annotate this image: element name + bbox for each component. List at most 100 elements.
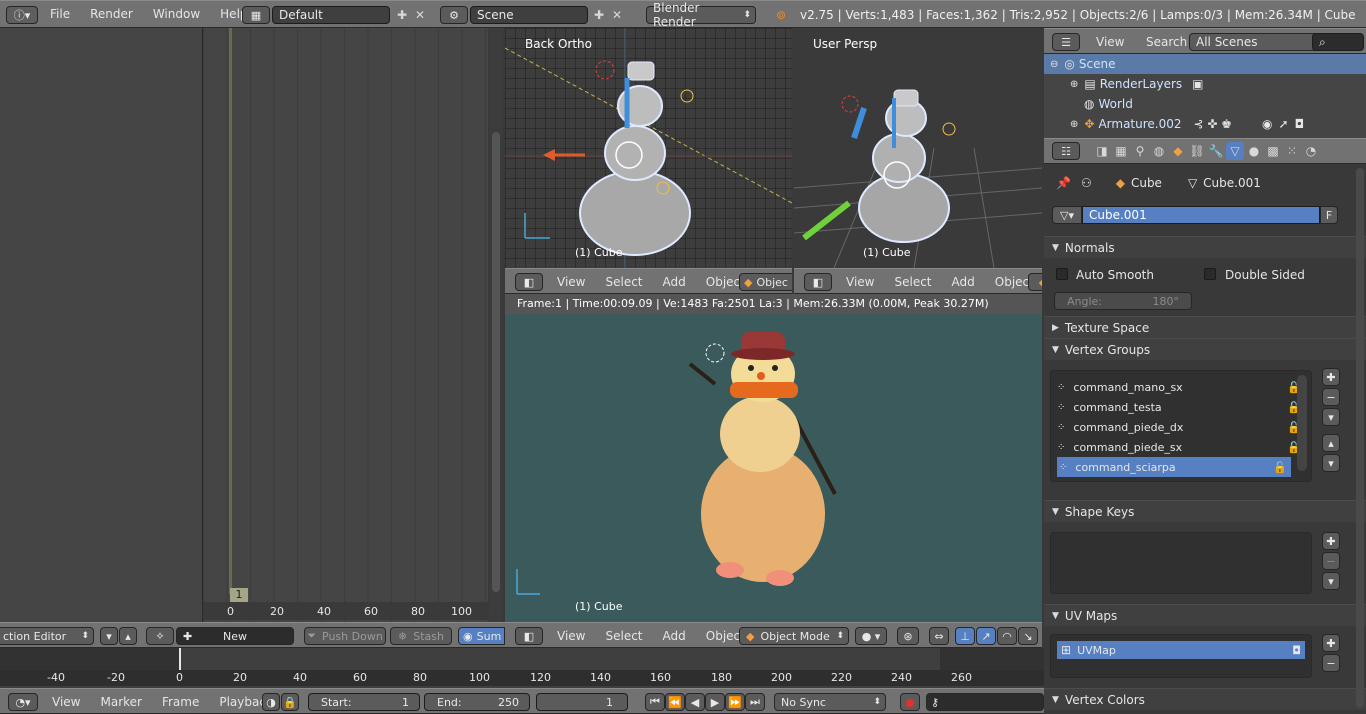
- visibility-eye-icon[interactable]: ◉: [1262, 117, 1272, 131]
- lock-icon[interactable]: 🔓: [1273, 461, 1287, 474]
- breadcrumb-mesh[interactable]: Cube.001: [1203, 176, 1261, 190]
- uv-maps-panel-header[interactable]: ▼ UV Maps: [1044, 604, 1366, 626]
- list-scrollbar[interactable]: [1297, 375, 1307, 471]
- auto-smooth-checkbox[interactable]: [1056, 268, 1068, 280]
- layout-selector-icon[interactable]: ▦: [242, 6, 270, 24]
- camera-icon[interactable]: ◘: [1292, 644, 1301, 657]
- uv-map-name[interactable]: UVMap: [1077, 644, 1116, 657]
- viewport-rendered[interactable]: Frame:1 | Time:00:09.09 | Ve:1483 Fa:250…: [505, 294, 1042, 622]
- editor-type-timeline-icon[interactable]: ◔▾: [8, 693, 38, 711]
- menu-add[interactable]: Add: [653, 629, 696, 643]
- list-item[interactable]: ⁘ command_sciarpa 🔓: [1057, 457, 1291, 477]
- list-item[interactable]: ⁘ command_testa 🔓: [1057, 397, 1305, 417]
- render-tab-icon[interactable]: ◨: [1093, 142, 1111, 160]
- summary-toggle[interactable]: ◉ Sum: [458, 627, 505, 645]
- menu-add[interactable]: Add: [653, 275, 696, 289]
- list-item[interactable]: ⁘ command_mano_sx 🔓: [1057, 377, 1305, 397]
- current-frame-field[interactable]: 1: [536, 693, 628, 711]
- current-frame-marker[interactable]: 1: [230, 588, 248, 602]
- vertex-group-name[interactable]: command_mano_sx: [1073, 381, 1182, 394]
- vertex-group-name[interactable]: command_piede_dx: [1073, 421, 1183, 434]
- viewport-user-persp[interactable]: User Persp (1) Cube: [794, 28, 1042, 268]
- vertex-groups-panel-header[interactable]: ▼ Vertex Groups: [1044, 338, 1366, 360]
- shading-dropdown[interactable]: ● ▾: [855, 627, 887, 645]
- end-frame-field[interactable]: End: 250: [424, 693, 530, 711]
- editor-type-properties-icon[interactable]: ☷: [1052, 142, 1080, 160]
- menu-render[interactable]: Render: [80, 7, 143, 21]
- menu-file[interactable]: File: [40, 7, 80, 21]
- menu-view[interactable]: View: [1086, 35, 1134, 49]
- record-icon[interactable]: ●: [900, 693, 920, 711]
- modifiers-tab-icon[interactable]: 🔧: [1207, 142, 1225, 160]
- object-tab-icon[interactable]: ◆: [1169, 142, 1187, 160]
- outliner-search-field[interactable]: ⌕: [1312, 33, 1364, 51]
- add-layout-icon[interactable]: ✚: [393, 6, 411, 24]
- action-editor-scrollbar[interactable]: [489, 28, 503, 622]
- start-frame-field[interactable]: Start: 1: [308, 693, 420, 711]
- menu-view[interactable]: View: [547, 629, 595, 643]
- sync-mode-dropdown[interactable]: No Sync ⬍: [774, 693, 886, 711]
- vertex-group-name[interactable]: command_piede_sx: [1073, 441, 1182, 454]
- menu-view[interactable]: View: [547, 275, 595, 289]
- jump-start-icon[interactable]: ⏮: [645, 693, 665, 711]
- menu-frame[interactable]: Frame: [152, 695, 209, 709]
- push-down-button[interactable]: ⏷ Push Down: [304, 627, 386, 645]
- editor-type-3d-icon[interactable]: ◧: [515, 273, 543, 291]
- selectable-cursor-icon[interactable]: ➚: [1279, 117, 1289, 131]
- editor-type-3d-icon[interactable]: ◧: [804, 273, 832, 291]
- outliner-item-label[interactable]: Scene: [1079, 57, 1116, 71]
- list-item[interactable]: ⊞ UVMap ◘: [1057, 641, 1305, 659]
- mode-dropdown[interactable]: ◆ Objec: [739, 273, 792, 291]
- menu-window[interactable]: Window: [143, 7, 210, 21]
- current-frame-line[interactable]: [229, 28, 232, 594]
- rotate-manipulator-icon[interactable]: ◠: [997, 627, 1017, 645]
- menu-marker[interactable]: Marker: [90, 695, 151, 709]
- mode-dropdown[interactable]: ◆ Object Mode ⬍: [739, 627, 849, 645]
- editor-type-3d-icon[interactable]: ◧: [515, 627, 543, 645]
- pivot-dropdown[interactable]: ⊛: [897, 627, 919, 645]
- current-frame-line[interactable]: [179, 648, 181, 670]
- menu-view[interactable]: View: [836, 275, 884, 289]
- renderable-camera-icon[interactable]: ◘: [1295, 117, 1305, 131]
- stash-button[interactable]: ❄ Stash: [390, 627, 452, 645]
- viewport-back-ortho[interactable]: Back Ortho (1) Cube: [505, 28, 792, 268]
- menu-select[interactable]: Select: [884, 275, 941, 289]
- constraints-tab-icon[interactable]: ⛓: [1188, 142, 1206, 160]
- editor-type-outliner-icon[interactable]: ☰: [1052, 33, 1080, 51]
- vertex-colors-panel-header[interactable]: ▼ Vertex Colors: [1044, 688, 1366, 710]
- remove-layout-icon[interactable]: ✕: [411, 6, 429, 24]
- add-uv-map-button[interactable]: ✚: [1322, 634, 1340, 652]
- outliner-item-label[interactable]: RenderLayers: [1100, 77, 1182, 91]
- shape-keys-panel-header[interactable]: ▼ Shape Keys: [1044, 500, 1366, 522]
- render-engine-dropdown[interactable]: Blender Render ⬍: [646, 1, 756, 29]
- expand-icon[interactable]: ⊕: [1070, 119, 1078, 130]
- next-keyframe-icon[interactable]: ⏩: [725, 693, 745, 711]
- outliner-row[interactable]: ⊕ ✥ Armature.002 ⊰ ✜ ♚ ◉ ➚ ◘: [1044, 114, 1366, 134]
- particles-tab-icon[interactable]: ⁙: [1283, 142, 1301, 160]
- menu-select[interactable]: Select: [595, 275, 652, 289]
- menu-select[interactable]: Select: [595, 629, 652, 643]
- mesh-name-field[interactable]: Cube.001: [1082, 206, 1320, 224]
- remove-scene-icon[interactable]: ✕: [608, 6, 626, 24]
- shape-key-specials-button[interactable]: ▾: [1322, 572, 1340, 590]
- texture-space-panel-header[interactable]: ▶ Texture Space: [1044, 316, 1366, 338]
- list-item[interactable]: ⁘ command_piede_dx 🔓: [1057, 417, 1305, 437]
- preview-range-icon[interactable]: ◑: [262, 693, 280, 711]
- timeline-region[interactable]: -40 -20 0 20 40 60 80 100 120 140 160 18…: [0, 648, 1044, 688]
- editor-type-info-button[interactable]: ⓘ▾: [6, 6, 38, 24]
- outliner-row[interactable]: ⊖ ◎ Scene: [1044, 54, 1366, 74]
- vertex-group-specials-button[interactable]: ▾: [1322, 408, 1340, 426]
- collapse-icon[interactable]: ⊖: [1050, 59, 1058, 70]
- layers-tab-icon[interactable]: ▦: [1112, 142, 1130, 160]
- outliner-row[interactable]: ⊕ ▤ RenderLayers ▣: [1044, 74, 1366, 94]
- move-up-button[interactable]: ▴: [1322, 434, 1340, 452]
- jump-end-icon[interactable]: ⏭: [745, 693, 765, 711]
- action-editor-region[interactable]: [203, 28, 488, 622]
- fake-user-button[interactable]: F: [1320, 206, 1338, 224]
- data-tab-icon[interactable]: ▽: [1226, 142, 1244, 160]
- vertex-group-name[interactable]: command_sciarpa: [1075, 461, 1175, 474]
- outliner-item-label[interactable]: Armature.002: [1098, 117, 1181, 131]
- scene-name-field[interactable]: Scene: [470, 6, 588, 24]
- outliner-item-label[interactable]: World: [1098, 97, 1132, 111]
- list-item[interactable]: ⁘ command_piede_sx 🔓: [1057, 437, 1305, 457]
